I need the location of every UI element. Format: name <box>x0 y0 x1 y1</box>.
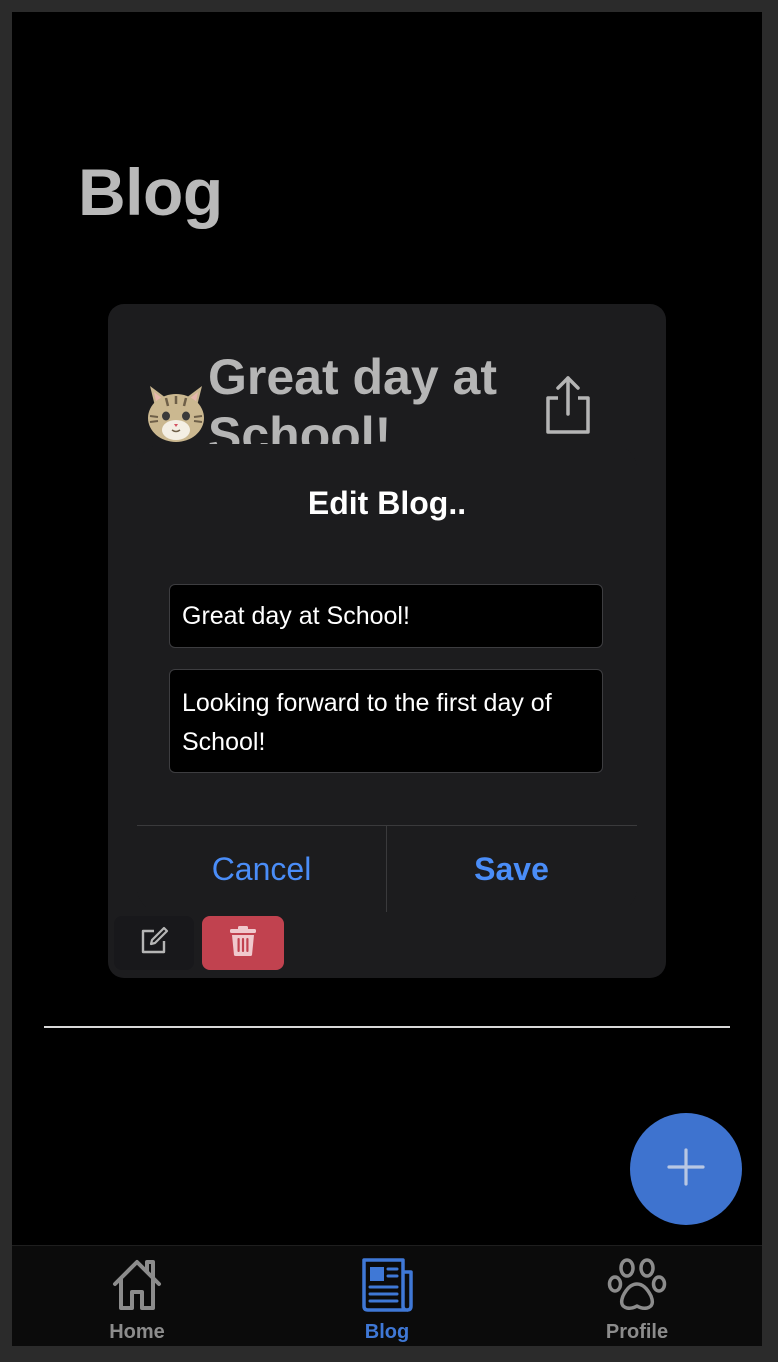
card-title: Great day at School! <box>208 349 498 444</box>
save-button[interactable]: Save <box>387 826 636 912</box>
page-title: Blog <box>78 155 223 229</box>
blog-title-input[interactable]: Great day at School! <box>169 584 603 648</box>
tab-home[interactable]: Home <box>12 1246 262 1346</box>
delete-button[interactable] <box>202 916 284 970</box>
cat-face-icon <box>144 380 208 444</box>
edit-icon <box>138 925 170 962</box>
edit-button[interactable] <box>114 916 194 970</box>
dialog-title: Edit Blog.. <box>307 485 467 521</box>
edit-blog-dialog: Edit Blog.. Great day at School! Looking… <box>137 445 637 912</box>
tab-bar: Home Blog Profile <box>12 1245 762 1346</box>
app-screen: Blog Great day at School! Edit Blog.. Gr… <box>12 12 762 1346</box>
list-separator <box>44 1026 730 1028</box>
paw-icon <box>607 1246 667 1319</box>
newspaper-icon <box>357 1246 417 1319</box>
cancel-button[interactable]: Cancel <box>137 826 386 912</box>
share-icon[interactable] <box>540 372 596 436</box>
blog-body-input[interactable]: Looking forward to the first day of Scho… <box>169 669 603 773</box>
trash-icon <box>229 925 257 962</box>
tab-profile[interactable]: Profile <box>512 1246 762 1346</box>
home-icon <box>107 1246 167 1319</box>
tab-blog-label: Blog <box>364 1321 410 1343</box>
tab-blog[interactable]: Blog <box>262 1246 512 1346</box>
add-post-button[interactable] <box>630 1113 742 1225</box>
tab-profile-label: Profile <box>605 1321 669 1343</box>
plus-icon <box>666 1147 706 1192</box>
tab-home-label: Home <box>109 1321 165 1343</box>
